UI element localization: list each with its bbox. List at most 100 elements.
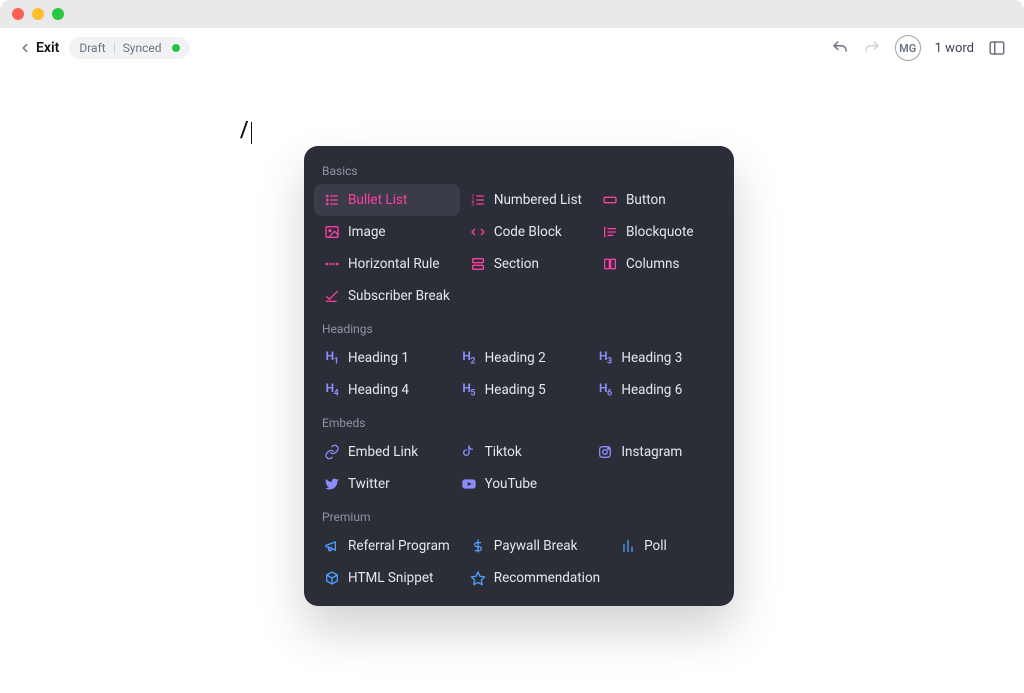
cube-icon [324, 570, 340, 586]
menu-item-label: Columns [626, 256, 679, 272]
menu-item-subscriber-break[interactable]: Subscriber Break [314, 280, 460, 312]
editor-toolbar: Exit Draft Synced MG 1 word [0, 28, 1024, 68]
undo-icon[interactable] [831, 39, 849, 57]
megaphone-icon [324, 538, 340, 554]
menu-item-heading-3[interactable]: H3 Heading 3 [587, 342, 724, 374]
word-count: 1 word [935, 41, 974, 56]
menu-item-tiktok[interactable]: Tiktok [451, 436, 588, 468]
menu-item-columns[interactable]: Columns [592, 248, 724, 280]
heading-6-icon: H6 [597, 382, 613, 398]
menu-item-horizontal-rule[interactable]: Horizontal Rule [314, 248, 460, 280]
bullet-list-icon [324, 192, 340, 208]
window-maximize-dot[interactable] [52, 8, 64, 20]
chevron-left-icon [18, 41, 32, 55]
menu-item-youtube[interactable]: YouTube [451, 468, 588, 500]
menu-item-label: Heading 5 [485, 382, 546, 398]
blockquote-icon [602, 224, 618, 240]
draft-label: Draft [79, 41, 105, 55]
panel-toggle-icon[interactable] [988, 39, 1006, 57]
youtube-icon [461, 476, 477, 492]
synced-label: Synced [123, 41, 162, 55]
menu-item-referral-program[interactable]: Referral Program [314, 530, 460, 562]
menu-item-label: Bullet List [348, 192, 407, 208]
avatar[interactable]: MG [895, 35, 921, 61]
poll-icon [620, 538, 636, 554]
menu-item-label: Blockquote [626, 224, 694, 240]
menu-item-label: Referral Program [348, 538, 450, 554]
headings-grid: H1 Heading 1 H2 Heading 2 H3 Heading 3 H… [314, 342, 724, 406]
menu-item-heading-2[interactable]: H2 Heading 2 [451, 342, 588, 374]
menu-item-label: Heading 3 [621, 350, 682, 366]
slash-command-menu: Basics Bullet List 123 Numbered List But… [304, 146, 734, 606]
heading-4-icon: H4 [324, 382, 340, 398]
menu-item-label: Heading 4 [348, 382, 409, 398]
menu-item-heading-1[interactable]: H1 Heading 1 [314, 342, 451, 374]
pill-separator [114, 42, 115, 54]
numbered-list-icon: 123 [470, 192, 486, 208]
horizontal-rule-icon [324, 256, 340, 272]
section-label-basics: Basics [314, 158, 724, 184]
code-block-icon [470, 224, 486, 240]
heading-2-icon: H2 [461, 350, 477, 366]
section-icon [470, 256, 486, 272]
menu-item-bullet-list[interactable]: Bullet List [314, 184, 460, 216]
menu-item-heading-6[interactable]: H6 Heading 6 [587, 374, 724, 406]
menu-item-label: Paywall Break [494, 538, 578, 554]
status-pill: Draft Synced [69, 37, 189, 59]
redo-icon[interactable] [863, 39, 881, 57]
link-icon [324, 444, 340, 460]
tiktok-icon [461, 444, 477, 460]
twitter-icon [324, 476, 340, 492]
columns-icon [602, 256, 618, 272]
menu-item-heading-5[interactable]: H5 Heading 5 [451, 374, 588, 406]
menu-item-label: Embed Link [348, 444, 418, 460]
toolbar-left: Exit Draft Synced [18, 37, 190, 59]
menu-item-twitter[interactable]: Twitter [314, 468, 451, 500]
section-label-headings: Headings [314, 316, 724, 342]
menu-item-label: Heading 1 [348, 350, 409, 366]
premium-grid: Referral Program Paywall Break Poll HTML… [314, 530, 724, 594]
button-icon [602, 192, 618, 208]
menu-item-label: Twitter [348, 476, 390, 492]
menu-item-label: Subscriber Break [348, 288, 450, 304]
menu-item-numbered-list[interactable]: 123 Numbered List [460, 184, 592, 216]
basics-grid: Bullet List 123 Numbered List Button Ima… [314, 184, 724, 312]
window-close-dot[interactable] [12, 8, 24, 20]
exit-button[interactable]: Exit [18, 40, 59, 56]
menu-item-label: HTML Snippet [348, 570, 433, 586]
menu-item-label: Instagram [621, 444, 682, 460]
star-icon [470, 570, 486, 586]
slash-command-text: / [240, 118, 249, 143]
menu-item-label: Poll [644, 538, 667, 554]
exit-label: Exit [36, 40, 59, 56]
menu-item-image[interactable]: Image [314, 216, 460, 248]
menu-item-poll[interactable]: Poll [610, 530, 724, 562]
section-label-embeds: Embeds [314, 410, 724, 436]
menu-item-section[interactable]: Section [460, 248, 592, 280]
menu-item-recommendation[interactable]: Recommendation [460, 562, 610, 594]
heading-5-icon: H5 [461, 382, 477, 398]
section-label-premium: Premium [314, 504, 724, 530]
menu-item-instagram[interactable]: Instagram [587, 436, 724, 468]
instagram-icon [597, 444, 613, 460]
menu-item-label: YouTube [485, 476, 537, 492]
toolbar-right: MG 1 word [831, 35, 1006, 61]
menu-item-button[interactable]: Button [592, 184, 724, 216]
menu-item-html-snippet[interactable]: HTML Snippet [314, 562, 460, 594]
menu-item-label: Recommendation [494, 570, 600, 586]
menu-item-heading-4[interactable]: H4 Heading 4 [314, 374, 451, 406]
menu-item-paywall-break[interactable]: Paywall Break [460, 530, 610, 562]
menu-item-label: Horizontal Rule [348, 256, 440, 272]
text-caret [251, 122, 252, 144]
avatar-initials: MG [899, 42, 916, 55]
image-icon [324, 224, 340, 240]
editor-body[interactable]: / Basics Bullet List 123 Numbered List B… [0, 68, 1024, 144]
menu-item-blockquote[interactable]: Blockquote [592, 216, 724, 248]
menu-item-embed-link[interactable]: Embed Link [314, 436, 451, 468]
menu-item-label: Button [626, 192, 666, 208]
menu-item-code-block[interactable]: Code Block [460, 216, 592, 248]
mac-titlebar [0, 0, 1024, 28]
window-minimize-dot[interactable] [32, 8, 44, 20]
heading-3-icon: H3 [597, 350, 613, 366]
menu-item-label: Numbered List [494, 192, 582, 208]
